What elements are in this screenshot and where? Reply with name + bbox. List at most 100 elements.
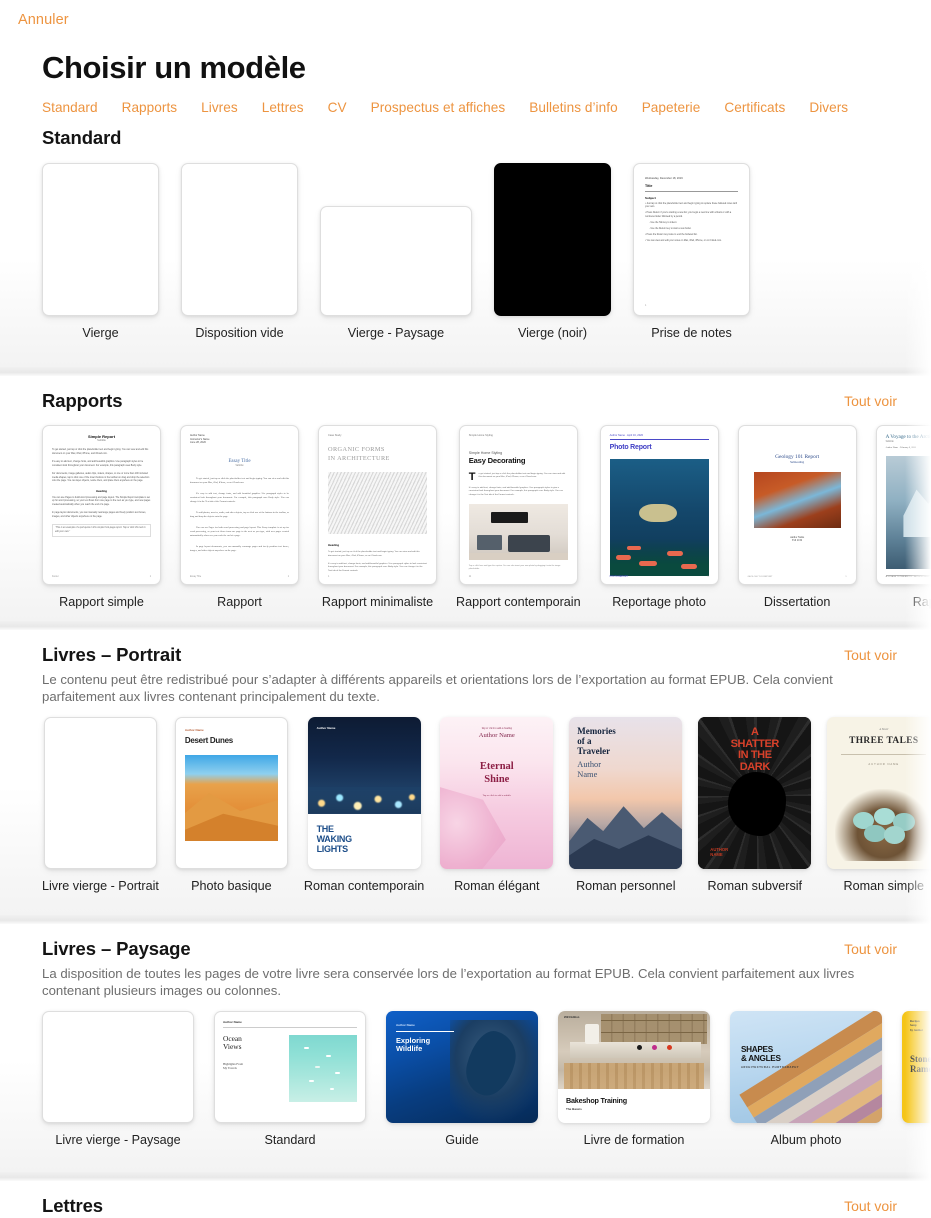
see-all-livres-paysage[interactable]: Tout voir (844, 938, 897, 957)
template-card-livre-de-recettes[interactable]: RecipesSoupby Author StoneRamen Livre de… (902, 1011, 931, 1147)
template-label: Vierge (82, 326, 119, 340)
template-label: Rapport simple (59, 595, 144, 609)
category-tab-lettres[interactable]: Lettres (262, 100, 304, 115)
template-thumb-empty-layout[interactable] (181, 163, 298, 316)
template-thumb-blank-book[interactable] (43, 717, 157, 869)
template-thumb-essay[interactable]: Author Name Instructor's Name June 28, 202… (180, 425, 299, 585)
template-thumb-desert-dunes[interactable]: Author Name Desert Dunes (174, 717, 288, 869)
section-standard: Standard Vierge Disposition vide Vierge … (0, 127, 931, 367)
template-thumb-voyage[interactable]: A Voyage to the Arctic Subtitle Author N… (875, 425, 931, 585)
template-card-rapport[interactable]: Author Name Instructor's Name June 28, 202… (180, 425, 299, 609)
see-all-lettres[interactable]: Tout voir (844, 1195, 897, 1214)
template-thumb-bakeshop-training[interactable]: 2024 Edition Bakeshop Training The Basic… (558, 1011, 710, 1123)
template-label: Dissertation (763, 595, 831, 609)
see-all-rapports[interactable]: Tout voir (844, 390, 897, 409)
category-nav: Standard Rapports Livres Lettres CV Pros… (42, 100, 931, 115)
category-tab-standard[interactable]: Standard (42, 100, 98, 115)
template-chooser-window: Annuler Choisir un modèle Standard Rappo… (0, 0, 931, 1218)
template-card-guide[interactable]: Author Name Exploring Wildlife Guide (386, 1011, 538, 1147)
template-card-roman-subversif[interactable]: A SHATTER IN THE DARK AUTHOR NAME Roman subv… (698, 717, 812, 893)
page-title: Choisir un modèle (42, 50, 306, 85)
template-card-standard-paysage[interactable]: Author Name Ocean Views Highlights From My… (214, 1011, 366, 1147)
template-card-roman-elegant[interactable]: Tap or click to add a heading Author Nam… (440, 717, 554, 893)
template-label: Standard (264, 1133, 316, 1147)
template-label: Roman subversif (707, 879, 803, 893)
template-thumb-waking-lights[interactable]: Author Name THE WAKING LIGHTS (307, 717, 421, 869)
template-card-rapport-contemporain[interactable]: Simple Home Styling Simple Home Styling … (456, 425, 581, 609)
template-thumb-eternal-shine[interactable]: Tap or click to add a heading Author Nam… (440, 717, 554, 869)
template-thumb-three-tales[interactable]: A Novel THREE TALES AUTHOR NAME (827, 717, 931, 869)
category-tab-papeterie[interactable]: Papeterie (642, 100, 701, 115)
category-tab-prospectus[interactable]: Prospectus et affiches (371, 100, 506, 115)
template-row-standard: Vierge Disposition vide Vierge - Paysage… (0, 149, 931, 340)
template-card-photo-basique[interactable]: Author Name Desert Dunes Photo basique (174, 717, 288, 893)
template-card-roman-contemporain[interactable]: Author Name THE WAKING LIGHTS Roman contem… (304, 717, 424, 893)
template-card-vierge-paysage[interactable]: Vierge - Paysage (320, 206, 472, 340)
section-title-rapports: Rapports (42, 390, 123, 411)
section-divider (0, 621, 931, 630)
category-tab-certificats[interactable]: Certificats (724, 100, 785, 115)
template-label: Vierge (noir) (517, 326, 588, 340)
template-thumb-shatter-dark[interactable]: A SHATTER IN THE DARK AUTHOR NAME (698, 717, 812, 869)
template-card-prise-de-notes[interactable]: Wednesday, December 18, 2019 Title Subje… (633, 163, 750, 340)
template-thumb-shapes-angles[interactable]: SHAPES & ANGLES ARCHITECTURAL PHOTOGRAPHY (730, 1011, 882, 1123)
template-label: Rapport (217, 595, 262, 609)
template-thumb-blank-black[interactable] (494, 163, 611, 316)
category-tab-divers[interactable]: Divers (809, 100, 848, 115)
template-label: Roman contemporain (303, 879, 425, 893)
template-card-vierge[interactable]: Vierge (42, 163, 159, 340)
window-topbar: Annuler (0, 0, 931, 29)
template-card-rapport-voyage[interactable]: A Voyage to the Arctic Subtitle Author N… (875, 425, 931, 609)
template-thumb-memories-traveler[interactable]: Memories of a Traveler Author Name (569, 717, 683, 869)
template-label: Photo basique (191, 879, 272, 893)
template-label: Rapport contemporain (456, 595, 581, 609)
template-label: Livre vierge - Paysage (55, 1133, 181, 1147)
section-livres-paysage: Livres – Paysage Tout voir La dispositio… (0, 924, 931, 1172)
template-card-livre-vierge-paysage[interactable]: Livre vierge - Paysage (42, 1011, 194, 1147)
template-card-roman-personnel[interactable]: Memories of a Traveler Author Name Roman pe… (569, 717, 683, 893)
template-card-disposition-vide[interactable]: Disposition vide (181, 163, 298, 340)
template-card-roman-simple[interactable]: A Novel THREE TALES AUTHOR NAME Roman si… (827, 717, 931, 893)
cancel-button[interactable]: Annuler (18, 12, 69, 28)
template-label: Guide (445, 1133, 479, 1147)
template-label: Rapport minimaliste (321, 595, 434, 609)
section-title-standard: Standard (42, 127, 122, 148)
template-thumb-minimal[interactable]: Case Study ORGANIC FORMS IN ARCHITECTURE … (318, 425, 437, 585)
template-thumb-blank-landscape-book[interactable] (42, 1011, 194, 1123)
template-thumb-notes[interactable]: Wednesday, December 18, 2019 Title Subje… (633, 163, 750, 316)
section-title-lettres: Lettres (42, 1195, 103, 1216)
template-thumb-thesis[interactable]: Geology 101 Report Subheading Author Nam… (737, 425, 857, 585)
template-card-vierge-noir[interactable]: Vierge (noir) (494, 163, 611, 340)
template-thumb-photo-report[interactable]: Author Name · April 16, 2020 Photo Repor… (599, 425, 719, 585)
template-thumb-ocean-views[interactable]: Author Name Ocean Views Highlights From My… (214, 1011, 366, 1123)
template-card-rapport-simple[interactable]: Simple Report Subtitle To get started, j… (42, 425, 161, 609)
template-thumb-simple-report[interactable]: Simple Report Subtitle To get started, j… (42, 425, 161, 585)
section-rapports: Rapports Tout voir Simple Report Subtitl… (0, 376, 931, 621)
category-tab-livres[interactable]: Livres (201, 100, 238, 115)
category-tab-rapports[interactable]: Rapports (122, 100, 178, 115)
template-thumb-exploring-wildlife[interactable]: Author Name Exploring Wildlife (386, 1011, 538, 1123)
category-tab-cv[interactable]: CV (328, 100, 347, 115)
section-description-livres-paysage: La disposition de toutes les pages de vo… (42, 966, 855, 998)
template-card-album-photo[interactable]: SHAPES & ANGLES ARCHITECTURAL PHOTOGRAPHY… (730, 1011, 882, 1147)
template-label: Reportage photo (612, 595, 707, 609)
template-label: Prise de notes (651, 326, 732, 340)
see-all-livres-portrait[interactable]: Tout voir (844, 644, 897, 663)
template-card-livre-de-formation[interactable]: 2024 Edition Bakeshop Training The Basic… (558, 1011, 710, 1147)
template-card-livre-vierge-portrait[interactable]: Livre vierge - Portrait (42, 717, 159, 893)
section-divider (0, 367, 931, 376)
template-card-dissertation[interactable]: Geology 101 Report Subheading Author Nam… (737, 425, 857, 609)
template-thumb-contemporary[interactable]: Simple Home Styling Simple Home Styling … (458, 425, 578, 585)
template-card-rapport-minimaliste[interactable]: Case Study ORGANIC FORMS IN ARCHITECTURE … (318, 425, 437, 609)
template-card-reportage-photo[interactable]: Author Name · April 16, 2020 Photo Repor… (599, 425, 719, 609)
category-tab-bulletins[interactable]: Bulletins d’info (529, 100, 617, 115)
section-description-livres-portrait: Le contenu peut être redistribué pour s’… (42, 672, 833, 704)
template-label: Roman simple (843, 879, 925, 893)
template-label: Album photo (770, 1133, 842, 1147)
template-row-livres-paysage: Livre vierge - Paysage Author Name Ocean… (0, 999, 931, 1147)
template-thumb-blank[interactable] (42, 163, 159, 316)
section-divider (0, 915, 931, 924)
template-label: Rapport (912, 595, 931, 609)
template-thumb-blank-landscape[interactable] (320, 206, 472, 316)
template-thumb-recipe-clipped[interactable]: RecipesSoupby Author StoneRamen (902, 1011, 931, 1123)
